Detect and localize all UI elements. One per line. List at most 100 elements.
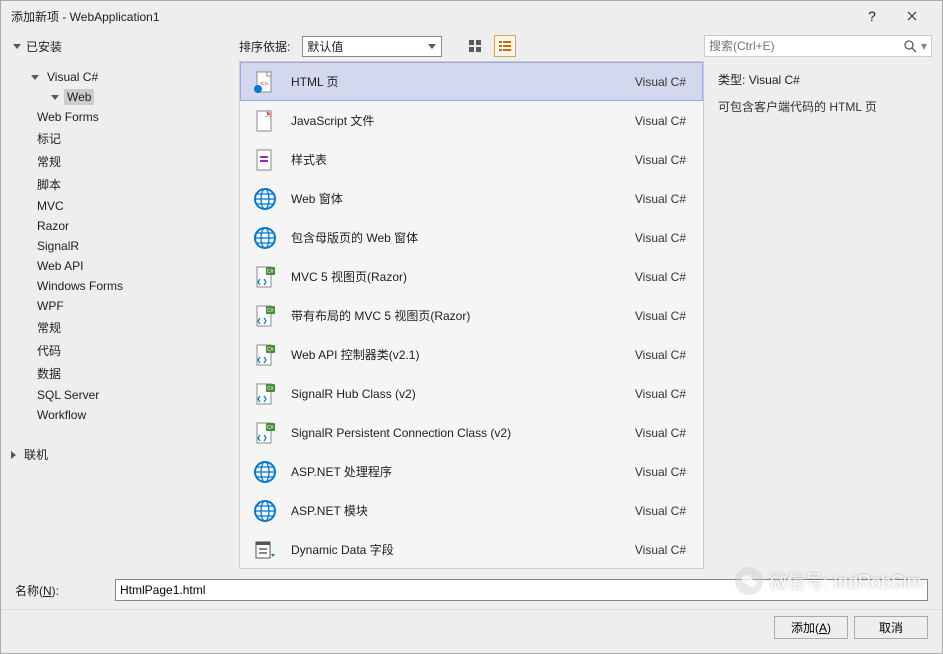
tree-item-label: Web API <box>34 258 86 274</box>
online-label: 联机 <box>21 445 51 464</box>
toolbar: 已安装 排序依据: 默认值 ▾ <box>1 31 942 61</box>
template-row[interactable]: 样式表Visual C# <box>240 140 703 179</box>
globe-icon <box>251 458 279 486</box>
chevron-right-icon <box>11 451 16 459</box>
template-language: Visual C# <box>635 75 686 89</box>
template-language: Visual C# <box>635 114 686 128</box>
template-name: Web API 控制器类(v2.1) <box>291 346 635 363</box>
tree-item[interactable]: 代码 <box>11 339 229 362</box>
svg-text:C#: C# <box>267 386 274 392</box>
tree-item[interactable]: Web <box>11 87 229 107</box>
search-input[interactable] <box>709 39 903 53</box>
search-box[interactable]: ▾ <box>704 35 932 57</box>
chevron-down-icon <box>51 95 59 100</box>
template-name: 带有布局的 MVC 5 视图页(Razor) <box>291 307 635 324</box>
list-icon <box>498 39 512 53</box>
template-row[interactable]: ASP.NET 模块Visual C# <box>240 491 703 530</box>
tree-item[interactable]: 数据 <box>11 362 229 385</box>
template-language: Visual C# <box>635 270 686 284</box>
chevron-down-icon <box>31 75 39 80</box>
template-name: SignalR Hub Class (v2) <box>291 387 635 401</box>
installed-section-header[interactable]: 已安装 <box>11 38 231 55</box>
tree-item[interactable]: Workflow <box>11 405 229 425</box>
titlebar: 添加新项 - WebApplication1 ? <box>1 1 942 31</box>
cs-icon: C# <box>251 263 279 291</box>
template-language: Visual C# <box>635 504 686 518</box>
template-name: 样式表 <box>291 151 635 168</box>
template-language: Visual C# <box>635 153 686 167</box>
template-row[interactable]: Web 窗体Visual C# <box>240 179 703 218</box>
template-name: MVC 5 视图页(Razor) <box>291 268 635 285</box>
tree-item[interactable]: 标记 <box>11 127 229 150</box>
template-row[interactable]: C# MVC 5 视图页(Razor)Visual C# <box>240 257 703 296</box>
view-tiles-button[interactable] <box>464 35 486 57</box>
template-row[interactable]: C# Web API 控制器类(v2.1)Visual C# <box>240 335 703 374</box>
cs-icon: C# <box>251 341 279 369</box>
name-input[interactable] <box>115 579 928 601</box>
tree-item[interactable]: WPF <box>11 296 229 316</box>
cancel-button[interactable]: 取消 <box>854 616 928 639</box>
tree-item[interactable]: SignalR <box>11 236 229 256</box>
sort-value: 默认值 <box>307 38 343 55</box>
detail-panel: 类型: Visual C# 可包含客户端代码的 HTML 页 <box>704 61 942 569</box>
tree-item[interactable]: 常规 <box>11 316 229 339</box>
template-row[interactable]: 包含母版页的 Web 窗体Visual C# <box>240 218 703 257</box>
template-language: Visual C# <box>635 348 686 362</box>
close-icon <box>907 11 917 21</box>
globe-icon <box>251 497 279 525</box>
tree-item[interactable]: MVC <box>11 196 229 216</box>
template-row[interactable]: JS JavaScript 文件Visual C# <box>240 101 703 140</box>
detail-type-label: 类型: <box>718 73 745 87</box>
template-row[interactable]: C#SignalR Persistent Connection Class (v… <box>240 413 703 452</box>
tree-item[interactable]: SQL Server <box>11 385 229 405</box>
name-bar: 名称(N): 微信号: IndRobSim <box>1 569 942 609</box>
tree-item[interactable]: 脚本 <box>11 173 229 196</box>
tree-item-label: 标记 <box>34 129 64 148</box>
css-icon <box>251 146 279 174</box>
tree-item-label: 代码 <box>34 341 64 360</box>
tree-item-label: MVC <box>34 198 67 214</box>
main-content: Visual C#WebWeb Forms标记常规脚本MVCRazorSigna… <box>1 61 942 569</box>
template-row[interactable]: C# 带有布局的 MVC 5 视图页(Razor)Visual C# <box>240 296 703 335</box>
template-row[interactable]: ASP.NET 处理程序Visual C# <box>240 452 703 491</box>
globe-icon <box>251 185 279 213</box>
template-name: HTML 页 <box>291 73 635 90</box>
template-language: Visual C# <box>635 465 686 479</box>
view-list-button[interactable] <box>494 35 516 57</box>
button-bar: 添加(A) 取消 <box>1 609 942 653</box>
detail-type: 类型: Visual C# <box>718 71 928 88</box>
tree-item[interactable]: Windows Forms <box>11 276 229 296</box>
sort-dropdown[interactable]: 默认值 <box>302 36 442 57</box>
tree-item-label: WPF <box>34 298 67 314</box>
svg-text:JS: JS <box>265 113 272 119</box>
template-row[interactable]: Dynamic Data 字段Visual C# <box>240 530 703 568</box>
template-language: Visual C# <box>635 387 686 401</box>
tree-item-label: 数据 <box>34 364 64 383</box>
svg-text:C#: C# <box>267 308 274 314</box>
help-button[interactable]: ? <box>852 1 892 31</box>
tree-item[interactable]: Web Forms <box>11 107 229 127</box>
tree-item[interactable]: Web API <box>11 256 229 276</box>
template-language: Visual C# <box>635 309 686 323</box>
template-row[interactable]: C# SignalR Hub Class (v2)Visual C# <box>240 374 703 413</box>
close-button[interactable] <box>892 1 932 31</box>
template-name: Web 窗体 <box>291 190 635 207</box>
tree-item-label: Web Forms <box>34 109 102 125</box>
tree-item[interactable]: 常规 <box>11 150 229 173</box>
chevron-down-icon <box>13 44 21 49</box>
tree-item[interactable]: Visual C# <box>11 67 229 87</box>
online-section-header[interactable]: 联机 <box>11 443 229 466</box>
template-row[interactable]: <>HTML 页Visual C# <box>240 62 703 101</box>
name-label: 名称(N): <box>15 582 115 599</box>
template-name: ASP.NET 处理程序 <box>291 463 635 480</box>
tree-item[interactable]: Razor <box>11 216 229 236</box>
detail-description: 可包含客户端代码的 HTML 页 <box>718 98 928 115</box>
template-name: 包含母版页的 Web 窗体 <box>291 229 635 246</box>
add-button[interactable]: 添加(A) <box>774 616 848 639</box>
cs-icon: C# <box>251 380 279 408</box>
tree-item-label: 脚本 <box>34 175 64 194</box>
template-name: JavaScript 文件 <box>291 112 635 129</box>
js-icon: JS <box>251 107 279 135</box>
template-list[interactable]: <>HTML 页Visual C#JSJavaScript 文件Visual C… <box>240 62 703 568</box>
window-title: 添加新项 - WebApplication1 <box>11 8 852 25</box>
